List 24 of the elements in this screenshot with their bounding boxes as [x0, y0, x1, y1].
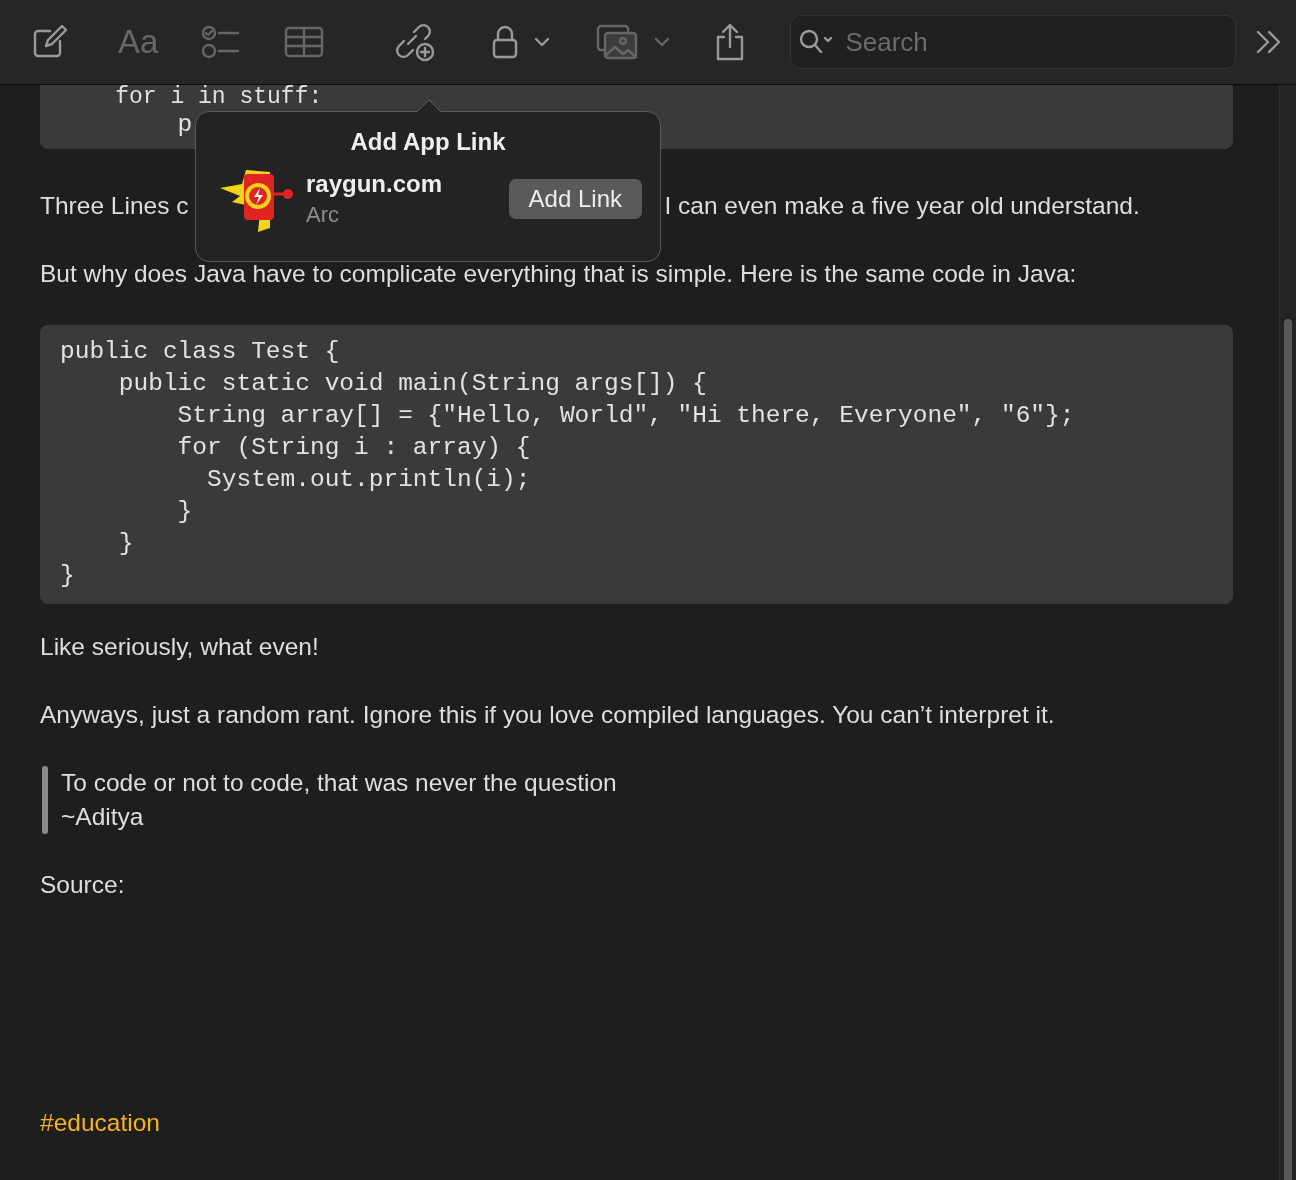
add-link-button[interactable]: Add Link: [508, 179, 642, 219]
code-block: public class Test { public static void main(String args[]) { String array[] = {"Hello, World", "Hi there, Everyone", "6"}; for (String i : array) { System.out.println(i); } } }: [40, 325, 1233, 604]
paragraph-text: Source:: [40, 870, 125, 900]
link-plus-icon[interactable]: [394, 22, 437, 62]
app-name: raygun.com: [306, 170, 443, 198]
paragraph-text: Like seriously, what even!: [40, 632, 319, 662]
quote-text: To code or not to code, that was never the question ~Aditya: [61, 768, 617, 832]
scrollbar-thumb[interactable]: [1284, 319, 1292, 1180]
paragraph-text: But why does Java have to complicate everything that is simple. Here is the same code in Java:: [40, 259, 1077, 289]
quote-bar: [42, 766, 48, 834]
paragraph-text: Anyways, just a random rant. Ignore this if you love compiled languages. You can’t interpret it.: [40, 700, 1055, 730]
checklist-icon[interactable]: [202, 25, 241, 59]
chevron-down-icon[interactable]: [534, 37, 551, 47]
paragraph-text: Three Lines c: [40, 191, 189, 221]
compose-icon[interactable]: [32, 24, 68, 60]
chevron-down-icon[interactable]: [654, 37, 671, 47]
gallery-icon[interactable]: [596, 24, 639, 60]
search-field[interactable]: Search: [790, 15, 1237, 69]
table-icon[interactable]: [284, 26, 325, 58]
double-chevron-icon[interactable]: [1256, 30, 1283, 54]
paragraph-text: I can even make a five year old understand.: [664, 191, 1140, 221]
hashtag-link[interactable]: #education: [40, 1106, 160, 1140]
app-source: Arc: [306, 202, 340, 228]
lock-icon[interactable]: [492, 25, 519, 59]
